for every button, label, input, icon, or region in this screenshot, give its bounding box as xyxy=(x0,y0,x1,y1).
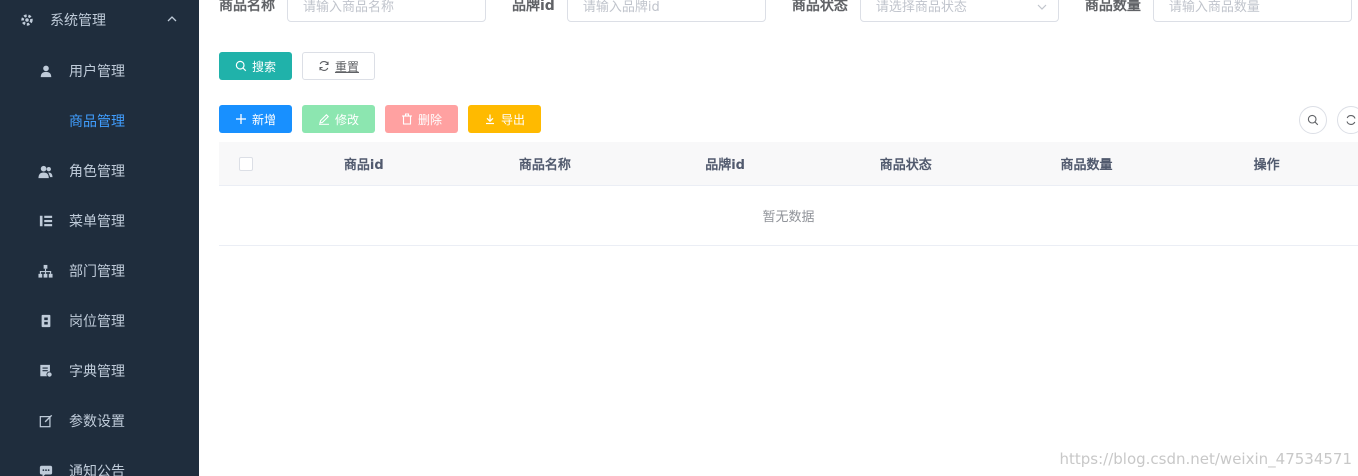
brand-id-input[interactable]: 请输入品牌id xyxy=(566,0,766,22)
table-header: 商品id 商品名称 品牌id 商品状态 商品数量 操作 xyxy=(219,142,1358,186)
menu-parent-label: 系统管理 xyxy=(50,13,106,29)
brand-id-label: 品牌id xyxy=(512,0,555,14)
column-header: 操作 xyxy=(1253,158,1280,173)
select-all-checkbox[interactable] xyxy=(239,156,254,171)
download-icon xyxy=(485,114,494,125)
sidebar-item-dictionary[interactable]: 字典管理 xyxy=(0,346,199,396)
sidebar-item-label: 字典管理 xyxy=(69,364,125,380)
product-status-select[interactable]: 请选择商品状态 xyxy=(859,0,1059,22)
sidebar-item-label: 商品管理 xyxy=(69,114,125,130)
add-button[interactable]: 新增 xyxy=(219,105,292,133)
sidebar-item-label: 角色管理 xyxy=(69,164,125,180)
sidebar-item-roles[interactable]: 角色管理 xyxy=(0,146,199,196)
menu-system-management[interactable]: 系统管理 xyxy=(0,0,199,40)
column-header: 商品状态 xyxy=(879,158,932,173)
sidebar: 系统管理 用户管理 商品管理 角色管理 菜单管理 部门管理 岗位管理 字典管理 … xyxy=(0,0,199,476)
sidebar-item-menus[interactable]: 菜单管理 xyxy=(0,196,199,246)
column-header: 品牌id xyxy=(705,158,745,173)
sidebar-item-products[interactable]: 商品管理 xyxy=(0,96,199,146)
search-icon xyxy=(1307,114,1319,126)
search-form: 商品名称 请输入商品名称 品牌id 请输入品牌id 商品状态 请选择商品状态 商… xyxy=(219,0,1358,22)
column-header: 商品名称 xyxy=(518,158,571,173)
reset-button[interactable]: 重置 xyxy=(302,52,375,80)
sidebar-item-label: 通知公告 xyxy=(69,464,125,476)
product-table: 商品id 商品名称 品牌id 商品状态 商品数量 操作 暂无数据 xyxy=(219,142,1358,246)
peoples-icon xyxy=(38,164,53,179)
column-header: 商品数量 xyxy=(1060,158,1113,173)
sidebar-item-users[interactable]: 用户管理 xyxy=(0,46,199,96)
product-name-input[interactable]: 请输入商品名称 xyxy=(287,0,486,22)
product-name-label: 商品名称 xyxy=(219,0,275,14)
search-icon xyxy=(235,60,247,72)
toggle-search-button[interactable] xyxy=(1299,106,1327,134)
sidebar-item-notices[interactable]: 通知公告 xyxy=(0,446,199,476)
edit-icon xyxy=(38,414,53,429)
edit-icon xyxy=(318,114,329,125)
sidebar-item-departments[interactable]: 部门管理 xyxy=(0,246,199,296)
select-all-cell xyxy=(219,156,274,171)
sidebar-item-label: 部门管理 xyxy=(69,264,125,280)
sidebar-item-label: 用户管理 xyxy=(69,64,125,80)
user-icon xyxy=(38,64,53,79)
post-icon xyxy=(38,314,53,329)
refresh-icon xyxy=(1346,115,1356,125)
plus-icon xyxy=(235,114,246,124)
trash-icon xyxy=(401,113,412,125)
sidebar-item-label: 参数设置 xyxy=(69,414,125,430)
column-header: 商品id xyxy=(343,158,384,173)
tree-table-icon xyxy=(38,214,53,229)
refresh-button[interactable] xyxy=(1337,106,1358,134)
refresh-icon xyxy=(319,61,329,71)
chevron-down-icon xyxy=(1037,4,1047,10)
main-content: 商品名称 请输入商品名称 品牌id 请输入品牌id 商品状态 请选择商品状态 商… xyxy=(199,0,1358,476)
dict-icon xyxy=(38,364,53,379)
sidebar-item-params[interactable]: 参数设置 xyxy=(0,396,199,446)
watermark: https://blog.csdn.net/weixin_47534571 xyxy=(1059,450,1352,468)
delete-button[interactable]: 删除 xyxy=(385,105,458,133)
tree-icon xyxy=(38,264,53,279)
product-status-label: 商品状态 xyxy=(791,0,848,14)
sidebar-item-label: 菜单管理 xyxy=(69,214,125,230)
message-icon xyxy=(38,464,53,476)
gear-icon xyxy=(20,13,34,27)
product-quantity-label: 商品数量 xyxy=(1084,0,1141,14)
submenu: 用户管理 商品管理 角色管理 菜单管理 部门管理 岗位管理 字典管理 参数设置 … xyxy=(0,46,199,476)
sidebar-item-posts[interactable]: 岗位管理 xyxy=(0,296,199,346)
chevron-up-icon xyxy=(167,16,177,22)
export-button[interactable]: 导出 xyxy=(468,105,541,133)
product-quantity-input[interactable]: 请输入商品数量 xyxy=(1152,0,1352,22)
search-button[interactable]: 搜索 xyxy=(219,52,292,80)
empty-state: 暂无数据 xyxy=(219,186,1358,246)
sidebar-item-label: 岗位管理 xyxy=(69,314,125,330)
edit-button[interactable]: 修改 xyxy=(302,105,375,133)
